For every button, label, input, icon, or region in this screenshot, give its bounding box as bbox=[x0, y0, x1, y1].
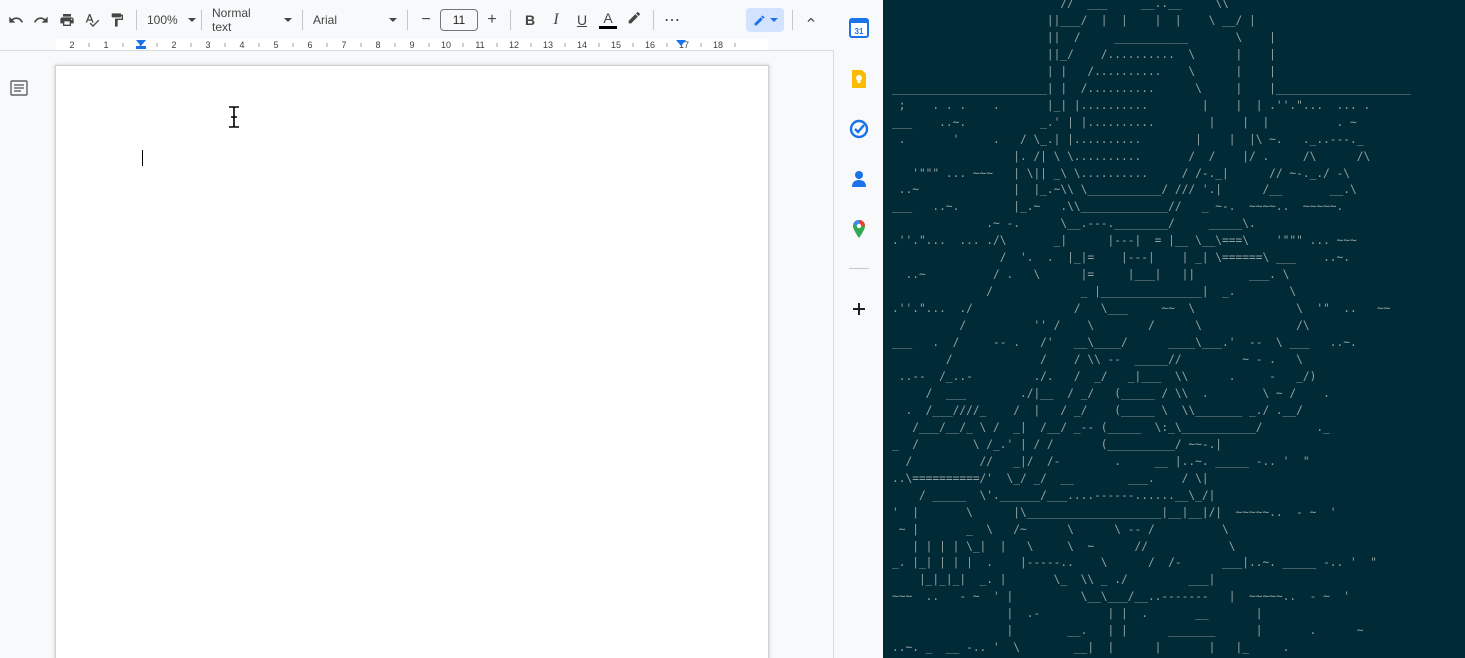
ruler-tick-label: 13 bbox=[543, 40, 553, 50]
paragraph-style-value: Normal text bbox=[212, 6, 251, 34]
redo-icon bbox=[34, 16, 48, 23]
decrease-font-size-button[interactable]: − bbox=[414, 6, 438, 34]
ruler-tick-label: 14 bbox=[577, 40, 587, 50]
toolbar-divider bbox=[302, 10, 303, 30]
chevron-down-icon bbox=[769, 18, 778, 22]
left-indent-marker[interactable] bbox=[136, 46, 146, 49]
toolbar-divider bbox=[510, 10, 511, 30]
print-icon bbox=[60, 14, 74, 26]
undo-icon bbox=[9, 16, 23, 23]
add-icon bbox=[853, 303, 865, 315]
ruler-scale: 2 1 1 2 3 4 5 6 7 8 9 10 11 12 13 14 15 16 17 18 bbox=[56, 39, 768, 50]
redo-button[interactable] bbox=[28, 6, 54, 34]
chevron-up-icon bbox=[807, 17, 815, 22]
text-cursor bbox=[142, 150, 143, 166]
contacts-icon bbox=[852, 171, 866, 187]
app-window: 100% Normal text Arial − 11 + B I U A ⋯ … bbox=[0, 0, 1465, 658]
spellcheck-button[interactable] bbox=[80, 6, 104, 34]
tasks-app-button[interactable] bbox=[849, 119, 869, 139]
ruler-tick-label: 4 bbox=[239, 40, 244, 50]
maps-icon bbox=[853, 220, 865, 238]
get-addons-button[interactable] bbox=[849, 299, 869, 319]
ruler-tick-label: 1 bbox=[103, 40, 108, 50]
ruler-tick-label: 9 bbox=[409, 40, 414, 50]
toolbar-divider bbox=[792, 10, 793, 30]
maps-app-button[interactable] bbox=[849, 219, 869, 239]
zoom-value: 100% bbox=[147, 13, 178, 27]
toolbar-divider bbox=[653, 10, 654, 30]
document-outline-icon[interactable] bbox=[10, 79, 28, 97]
paint-format-button[interactable] bbox=[104, 6, 130, 34]
ibeam-cursor-icon bbox=[228, 105, 240, 133]
ruler-tick-label: 16 bbox=[645, 40, 655, 50]
highlight-color-button[interactable] bbox=[621, 6, 647, 34]
italic-button[interactable]: I bbox=[543, 6, 569, 34]
ruler-tick-label: 3 bbox=[205, 40, 210, 50]
ruler-tick-label: 2 bbox=[171, 40, 176, 50]
undo-button[interactable] bbox=[4, 6, 28, 34]
text-color-swatch bbox=[599, 26, 617, 29]
paragraph-style-select[interactable]: Normal text bbox=[208, 6, 296, 34]
ruler-tick-label: 8 bbox=[375, 40, 380, 50]
bold-button[interactable]: B bbox=[517, 6, 543, 34]
ruler-tick-label: 18 bbox=[713, 40, 723, 50]
ruler-tick-label: 6 bbox=[307, 40, 312, 50]
docs-editor: 100% Normal text Arial − 11 + B I U A ⋯ … bbox=[0, 0, 834, 658]
ruler-tick-label: 2 bbox=[69, 40, 74, 50]
ruler-tick-label: 11 bbox=[475, 40, 484, 50]
side-panel-divider bbox=[849, 268, 869, 269]
font-family-select[interactable]: Arial bbox=[309, 6, 401, 34]
terminal-window[interactable]: // ___ __..__ \\ ||___/ | | | | \ __/ | … bbox=[883, 0, 1465, 658]
contacts-app-button[interactable] bbox=[849, 169, 869, 189]
horizontal-ruler[interactable]: 2 1 1 2 3 4 5 6 7 8 9 10 11 12 13 14 15 16 17 18 bbox=[0, 38, 834, 51]
toolbar-divider bbox=[136, 10, 137, 30]
toolbar-divider bbox=[407, 10, 408, 30]
font-size-input[interactable]: 11 bbox=[440, 9, 478, 31]
chevron-down-icon bbox=[187, 18, 196, 22]
toolbar-divider bbox=[201, 10, 202, 30]
ruler-tick-label: 5 bbox=[273, 40, 278, 50]
calendar-app-button[interactable]: 31 bbox=[849, 18, 869, 38]
hide-menus-button[interactable] bbox=[799, 6, 823, 34]
text-color-icon: A bbox=[603, 10, 613, 26]
spellcheck-icon bbox=[85, 14, 100, 27]
tasks-icon bbox=[849, 119, 869, 139]
document-page[interactable] bbox=[56, 66, 768, 658]
calendar-day: 31 bbox=[855, 27, 864, 36]
ruler-tick-label: 15 bbox=[611, 40, 621, 50]
chevron-down-icon bbox=[284, 18, 292, 22]
ruler-tick-label: 10 bbox=[441, 40, 451, 50]
keep-app-button[interactable] bbox=[849, 69, 869, 89]
editing-mode-button[interactable] bbox=[746, 8, 784, 32]
ascii-art-output: // ___ __..__ \\ ||___/ | | | | \ __/ | … bbox=[892, 0, 1411, 655]
more-options-button[interactable]: ⋯ bbox=[660, 6, 684, 34]
keep-icon bbox=[852, 70, 866, 88]
calendar-icon: 31 bbox=[849, 18, 869, 38]
underline-button[interactable]: U bbox=[569, 6, 595, 34]
highlighter-icon bbox=[628, 12, 641, 24]
formatting-toolbar: 100% Normal text Arial − 11 + B I U A ⋯ bbox=[0, 0, 834, 40]
increase-font-size-button[interactable]: + bbox=[480, 6, 504, 34]
ruler-tick-label: 12 bbox=[509, 40, 519, 50]
zoom-select[interactable]: 100% bbox=[143, 6, 196, 34]
text-color-button[interactable]: A bbox=[595, 6, 621, 34]
font-family-value: Arial bbox=[313, 13, 338, 27]
print-button[interactable] bbox=[54, 6, 80, 34]
ruler-tick-label: 7 bbox=[341, 40, 346, 50]
chevron-down-icon bbox=[389, 18, 398, 22]
pencil-icon bbox=[754, 15, 764, 25]
paint-format-icon bbox=[111, 13, 123, 27]
side-panel: 31 bbox=[835, 0, 883, 658]
